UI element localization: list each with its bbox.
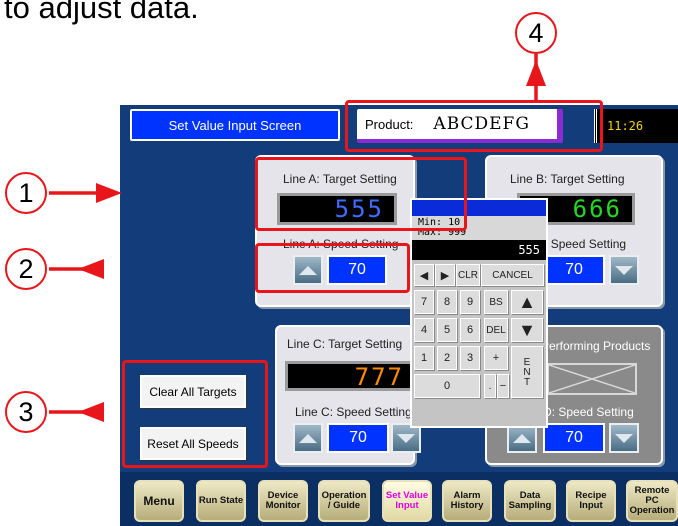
arrow-2-head-icon [78, 259, 104, 279]
arrow-4-head-icon [526, 60, 546, 86]
arrow-1-head-icon [96, 183, 122, 203]
arrow-3-head-icon [78, 402, 104, 422]
callout-arrows [49, 54, 546, 422]
figure-stage: to adjust data. Set Value Input Screen P… [0, 0, 678, 526]
